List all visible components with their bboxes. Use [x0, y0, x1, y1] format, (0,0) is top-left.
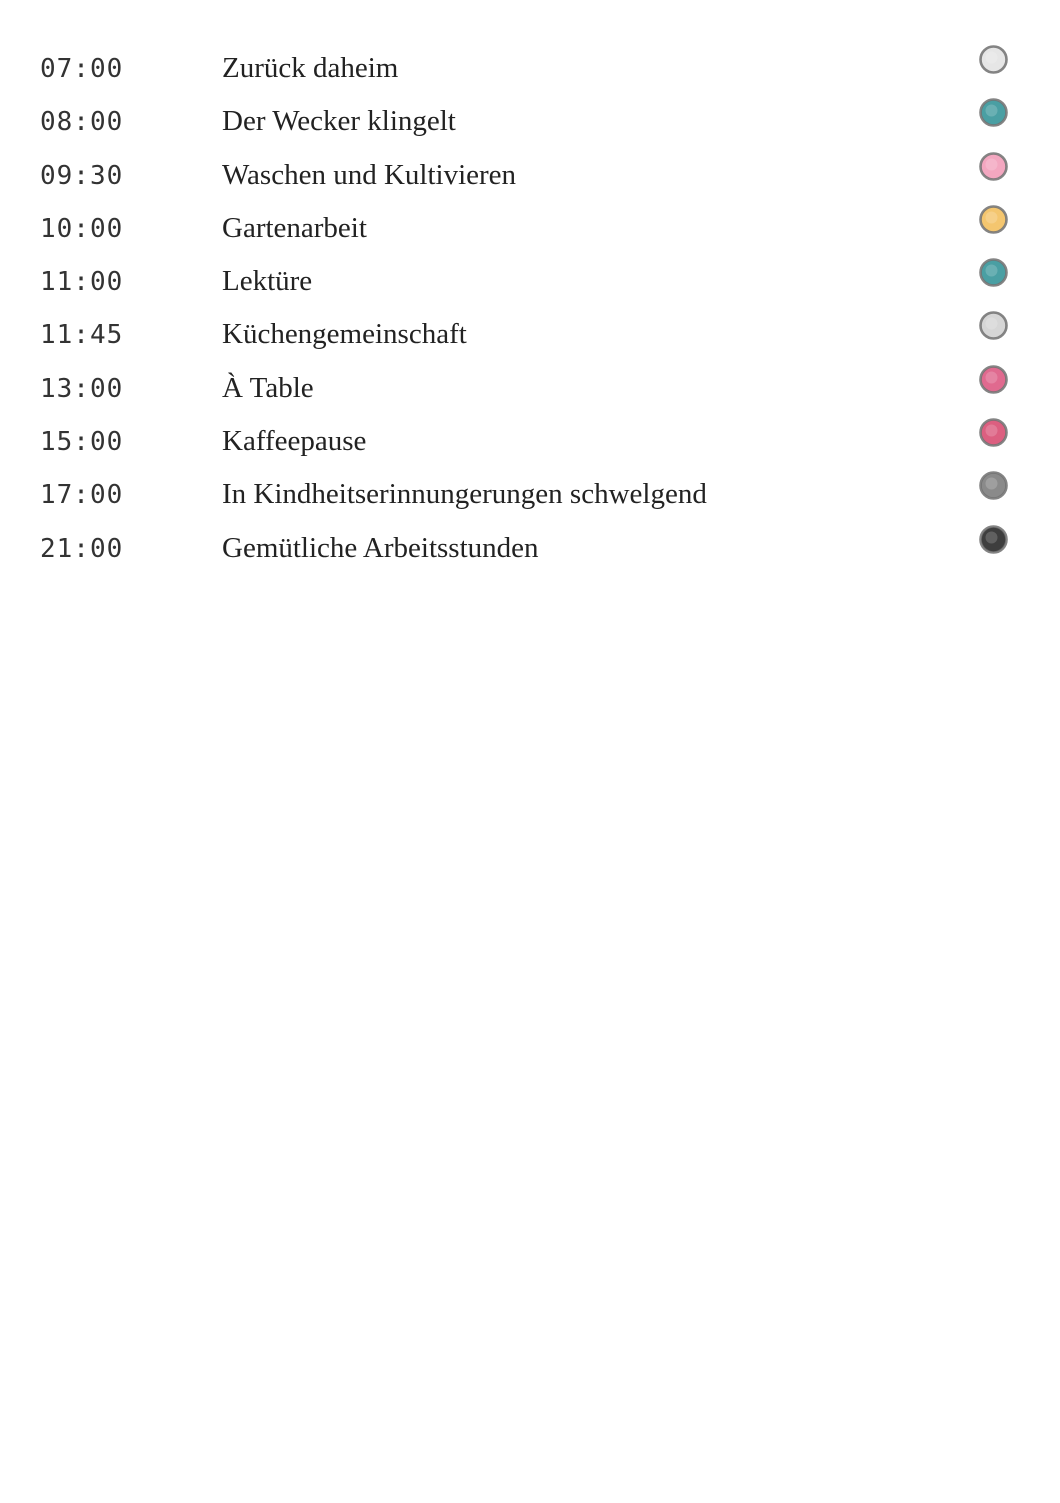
schedule-time: 11:00 — [40, 267, 124, 298]
schedule-time: 17:00 — [40, 480, 124, 511]
marker-dot-icon[interactable] — [978, 97, 1009, 128]
schedule-list: 07:00 Zurück daheim 08:00 Der Wecker kli… — [0, 44, 1060, 577]
schedule-row[interactable]: 17:00 In Kindheitserinnungerungen schwel… — [0, 470, 1060, 523]
marker-dot-icon[interactable] — [978, 44, 1009, 75]
schedule-row[interactable]: 11:45 Küchengemeinschaft — [0, 310, 1060, 363]
schedule-row[interactable]: 11:00 Lektüre — [0, 257, 1060, 310]
marker-dot-icon[interactable] — [978, 417, 1009, 448]
schedule-row[interactable]: 10:00 Gartenarbeit — [0, 204, 1060, 257]
schedule-label: Zurück daheim — [222, 52, 399, 84]
marker-dot-icon[interactable] — [978, 310, 1009, 341]
schedule-label: Gemütliche Arbeitsstunden — [222, 531, 539, 564]
schedule-label: Lektüre — [222, 265, 313, 298]
schedule-time: 11:45 — [40, 320, 124, 351]
schedule-time: 21:00 — [40, 533, 124, 564]
schedule-label: In Kindheitserinnungerungen schwelgend — [222, 478, 707, 511]
schedule-time: 10:00 — [40, 213, 124, 244]
schedule-time: 07:00 — [40, 54, 124, 84]
schedule-row[interactable]: 13:00 À Table — [0, 364, 1060, 417]
schedule-row[interactable]: 15:00 Kaffeepause — [0, 417, 1060, 470]
schedule-label: À Table — [222, 371, 314, 404]
schedule-label: Küchengemeinschaft — [222, 318, 467, 351]
schedule-label: Gartenarbeit — [222, 211, 367, 244]
schedule-label: Waschen und Kultivieren — [222, 158, 517, 191]
schedule-row[interactable]: 09:30 Waschen und Kultivieren — [0, 151, 1060, 204]
marker-dot-icon[interactable] — [978, 524, 1009, 555]
schedule-label: Kaffeepause — [222, 425, 367, 458]
marker-dot-icon[interactable] — [978, 364, 1009, 395]
schedule-time: 15:00 — [40, 427, 124, 458]
schedule-time: 09:30 — [40, 160, 124, 191]
schedule-label: Der Wecker klingelt — [222, 105, 456, 138]
marker-dot-icon[interactable] — [978, 204, 1009, 235]
schedule-time: 08:00 — [40, 107, 124, 138]
schedule-time: 13:00 — [40, 373, 124, 404]
schedule-row[interactable]: 21:00 Gemütliche Arbeitsstunden — [0, 524, 1060, 577]
schedule-row[interactable]: 08:00 Der Wecker klingelt — [0, 97, 1060, 150]
marker-dot-icon[interactable] — [978, 151, 1009, 182]
schedule-row[interactable]: 07:00 Zurück daheim — [0, 44, 1060, 97]
marker-dot-icon[interactable] — [978, 470, 1009, 501]
marker-dot-icon[interactable] — [978, 257, 1009, 288]
